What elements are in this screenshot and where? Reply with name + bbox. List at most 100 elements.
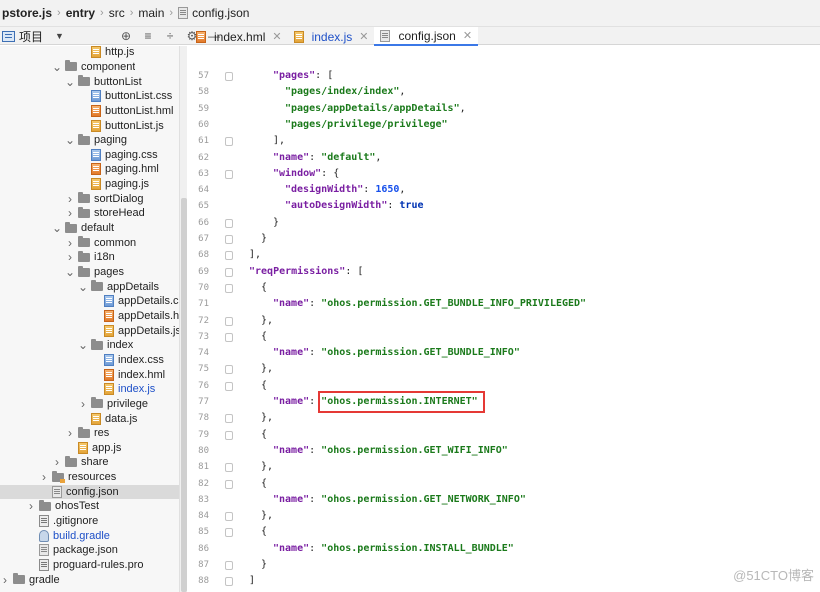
tree-item[interactable]: ⌄ paging [0,133,179,148]
tree-item[interactable]: ⌄ appDetails [0,279,179,294]
fold-marker-icon[interactable] [225,365,233,375]
fold-marker-icon[interactable] [225,332,233,342]
tree-item[interactable]: › common [0,235,179,250]
fold-marker-icon[interactable] [225,512,233,522]
breadcrumb-item[interactable]: src [109,6,125,20]
close-icon[interactable]: ✕ [359,30,368,43]
locate-icon[interactable]: ⊕ [119,29,133,43]
fold-marker-icon[interactable] [225,316,233,326]
tree-item[interactable]: › storeHead [0,206,179,221]
tree-item[interactable]: package.json [0,543,179,558]
code-line[interactable]: 84}, [187,508,820,524]
tree-item[interactable]: paging.css [0,148,179,163]
fold-marker-icon[interactable] [225,218,233,228]
code-line[interactable]: 74 "name": "ohos.permission.GET_BUNDLE_IN… [187,345,820,361]
code-line[interactable]: 76 { [187,378,820,394]
fold-marker-icon[interactable] [225,479,233,489]
tree-item[interactable]: › i18n [0,250,179,265]
tree-item[interactable]: buttonList.hml [0,104,179,119]
tree-item[interactable]: index.hml [0,367,179,382]
chevron-right-icon[interactable]: › [65,206,75,220]
fold-marker-icon[interactable] [225,414,233,424]
tree-item[interactable]: ⌄ component [0,60,179,75]
code-line[interactable]: 70 { [187,280,820,296]
expand-all-icon[interactable]: ≡ [141,29,155,43]
code-line[interactable]: 82 { [187,476,820,492]
chevron-right-icon[interactable]: › [78,397,88,411]
code-line[interactable]: 63 "window": { [187,166,820,182]
fold-marker-icon[interactable] [225,463,233,473]
tree-scrollbar[interactable] [179,46,187,592]
fold-marker-icon[interactable] [225,283,233,293]
chevron-right-icon[interactable]: › [65,192,75,206]
chevron-down-icon[interactable]: ⌄ [52,221,62,235]
chevron-right-icon[interactable]: › [65,250,75,264]
code-line[interactable]: 60 "pages/privilege/privilege" [187,117,820,133]
code-line[interactable]: 78}, [187,410,820,426]
code-line[interactable]: 61], [187,133,820,149]
code-line[interactable]: 85 { [187,524,820,540]
tree-item[interactable]: appDetails.cs [0,294,179,309]
breadcrumb-item[interactable]: main [138,6,164,20]
tree-item[interactable]: ⌄ default [0,221,179,236]
code-line[interactable]: 67} [187,231,820,247]
tree-item[interactable]: .gitignore [0,514,179,529]
code-line[interactable]: 62 "name": "default", [187,150,820,166]
tree-item[interactable]: ⌄ pages [0,265,179,280]
code-line[interactable]: 65 "autoDesignWidth": true [187,198,820,214]
code-line[interactable]: 79 { [187,427,820,443]
chevron-down-icon[interactable]: ⌄ [78,338,88,352]
code-line[interactable]: 75}, [187,361,820,377]
tab-index-hml[interactable]: index.hml ✕ [190,27,288,46]
chevron-down-icon[interactable]: ⌄ [65,75,75,89]
breadcrumb-item[interactable]: config.json [192,6,249,20]
collapse-all-icon[interactable]: ÷ [163,29,177,43]
code-line[interactable]: 64 "designWidth": 1650, [187,182,820,198]
code-line[interactable]: 68], [187,247,820,263]
code-line[interactable]: 66} [187,215,820,231]
chevron-right-icon[interactable]: › [0,573,10,587]
code-line[interactable]: 80 "name": "ohos.permission.GET_WIFI_INFO… [187,443,820,459]
tree-item[interactable]: ⌄ index [0,338,179,353]
code-line[interactable]: 57 "pages": [ [187,68,820,84]
fold-marker-icon[interactable] [225,235,233,244]
tree-item[interactable]: build.gradle [0,528,179,543]
fold-marker-icon[interactable] [225,137,233,147]
code-line[interactable]: 88] [187,573,820,589]
chevron-down-icon[interactable]: ⌄ [65,265,75,279]
tree-item[interactable]: proguard-rules.pro [0,558,179,573]
tree-item[interactable]: index.js [0,382,179,397]
tree-item[interactable]: paging.js [0,177,179,192]
chevron-right-icon[interactable]: › [65,236,75,250]
chevron-right-icon[interactable]: › [39,470,49,484]
tree-item[interactable]: › ohosTest [0,499,179,514]
project-view-selector[interactable]: 项目 ▼ [2,28,64,44]
fold-marker-icon[interactable] [225,267,233,277]
code-line[interactable]: 59 "pages/appDetails/appDetails", [187,101,820,117]
tree-item[interactable]: appDetails.js [0,323,179,338]
tree-item[interactable]: ⌄ buttonList [0,74,179,89]
close-icon[interactable]: ✕ [463,29,472,42]
tree-item[interactable]: index.css [0,353,179,368]
fold-marker-icon[interactable] [225,528,233,538]
code-line[interactable]: 72}, [187,313,820,329]
code-line[interactable]: 71 "name": "ohos.permission.GET_BUNDLE_IN… [187,296,820,312]
tree-item[interactable]: › res [0,426,179,441]
chevron-right-icon[interactable]: › [65,426,75,440]
tree-item[interactable]: › gradle [0,572,179,587]
tree-item[interactable]: http.js [0,46,179,60]
code-line[interactable]: 58 "pages/index/index", [187,84,820,100]
tree-item[interactable]: paging.hml [0,162,179,177]
chevron-down-icon[interactable]: ⌄ [78,280,88,294]
code-line[interactable]: 77 "name": "ohos.permission.INTERNET" [187,394,820,410]
code-editor[interactable]: 57 "pages": [58 "pages/index/index", 59 "pag… [187,46,820,592]
code-line[interactable]: 69 "reqPermissions": [ [187,264,820,280]
fold-marker-icon[interactable] [225,72,233,81]
tree-item[interactable]: › resources [0,470,179,485]
close-icon[interactable]: ✕ [272,30,281,43]
tree-item[interactable]: appDetails.h [0,309,179,324]
code-line[interactable]: 83 "name": "ohos.permission.GET_NETWORK_I… [187,492,820,508]
tab-config-json[interactable]: config.json ✕ [374,27,479,46]
fold-marker-icon[interactable] [225,430,233,440]
tree-item[interactable]: config.json [0,484,179,500]
